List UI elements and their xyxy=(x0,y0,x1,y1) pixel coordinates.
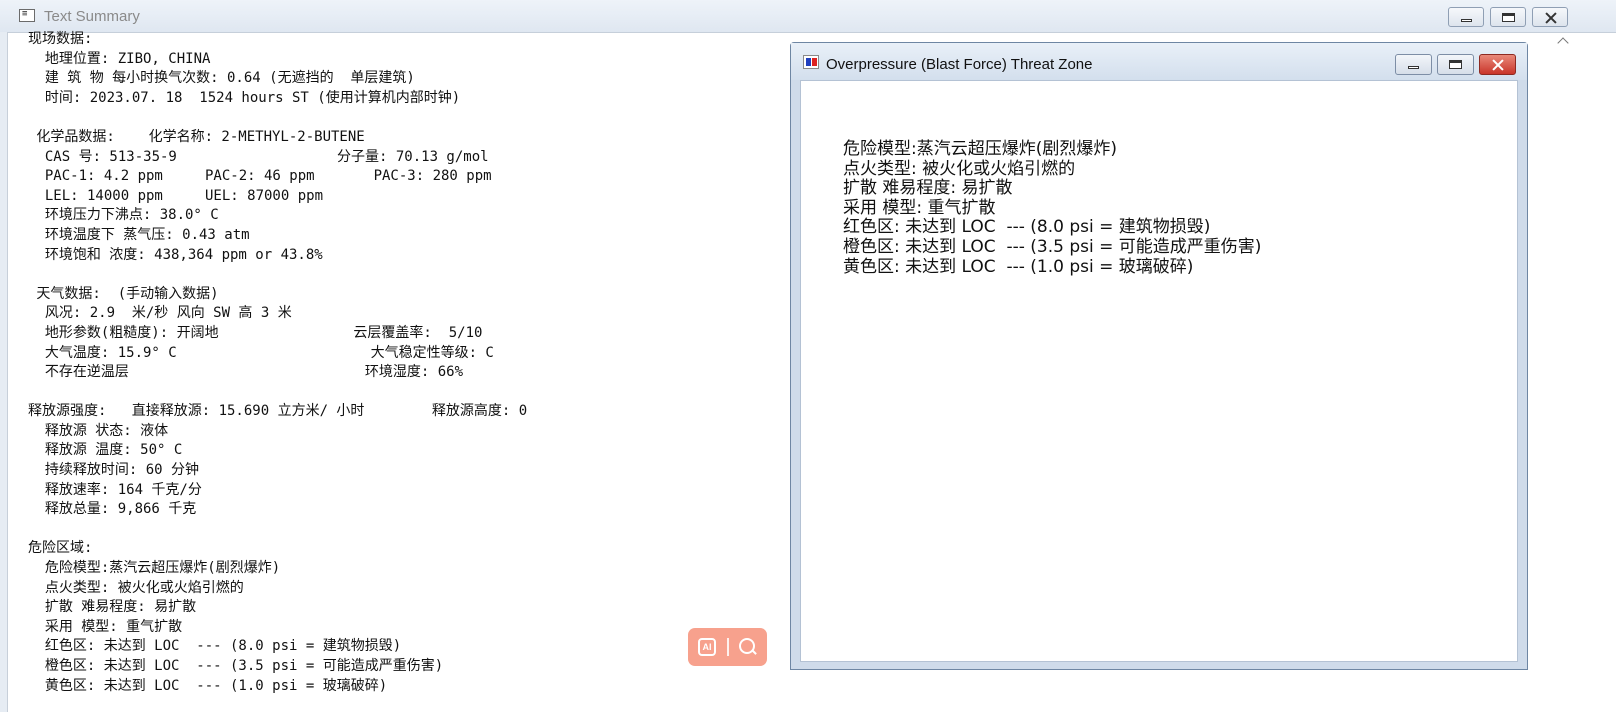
summary-line: 环境饱和 浓度: 438,364 ppm or 43.8% xyxy=(28,246,323,263)
threat-zone-line: 扩散 难易程度: 易扩散 xyxy=(843,178,1013,199)
minimize-icon xyxy=(1449,8,1483,26)
threat-close-button[interactable] xyxy=(1479,54,1516,75)
threat-zone-text: 危险模型:蒸汽云超压爆炸(剧烈爆炸) 点火类型: 被火化或火焰引燃的 扩散 难易程度… xyxy=(843,137,1262,277)
minimize-button[interactable] xyxy=(1448,7,1484,27)
aloha-threat-icon[interactable] xyxy=(803,55,819,69)
threat-zone-line: 危险模型:蒸汽云超压爆炸(剧烈爆炸) xyxy=(843,139,1117,159)
threat-zone-line: 黄色区: 未达到 LOC --- (1.0 psi = 玻璃破碎) xyxy=(843,256,1194,277)
threat-zone-content: 危险模型:蒸汽云超压爆炸(剧烈爆炸) 点火类型: 被火化或火焰引燃的 扩散 难易程度… xyxy=(800,80,1518,662)
summary-line xyxy=(28,383,768,403)
summary-line: 扩散 难易程度: 易扩散 xyxy=(28,599,197,616)
ai-text-recognize-icon[interactable]: AI xyxy=(698,638,716,656)
summary-line xyxy=(28,108,768,128)
text-summary-titlebar[interactable]: ≡ Text Summary xyxy=(0,0,1616,33)
text-summary-title: Text Summary xyxy=(44,8,140,25)
summary-line: 化学品数据: 化学名称: 2-METHYL-2-BUTENE xyxy=(28,128,365,145)
maximize-button[interactable] xyxy=(1490,7,1526,27)
summary-line: 大气温度: 15.9° C 大气稳定性等级: C xyxy=(28,344,494,361)
window-frame-left xyxy=(0,32,8,712)
summary-line xyxy=(28,520,768,540)
toolbar-separator xyxy=(727,638,729,656)
summary-line: 释放源 温度: 50° C xyxy=(28,442,183,459)
summary-line: CAS 号: 513-35-9 分子量: 70.13 g/mol xyxy=(28,148,489,165)
summary-line: 黄色区: 未达到 LOC --- (1.0 psi = 玻璃破碎) xyxy=(28,677,388,694)
threat-zone-line: 橙色区: 未达到 LOC --- (3.5 psi = 可能造成严重伤害) xyxy=(843,236,1262,257)
summary-line: 环境压力下沸点: 38.0° C xyxy=(28,207,219,224)
threat-zone-line: 红色区: 未达到 LOC --- (8.0 psi = 建筑物损毁) xyxy=(843,217,1211,238)
summary-line: 点火类型: 被火化或火焰引燃的 xyxy=(28,579,244,596)
threat-zone-window: Overpressure (Blast Force) Threat Zone 危… xyxy=(790,42,1528,670)
floating-toolbar: AI xyxy=(688,628,767,666)
summary-line: 释放速率: 164 千克/分 xyxy=(28,481,202,498)
summary-line: 释放总量: 9,866 千克 xyxy=(28,501,197,518)
summary-line: 红色区: 未达到 LOC --- (8.0 psi = 建筑物损毁) xyxy=(28,638,402,655)
summary-text-body: 现场数据: 地理位置: ZIBO, CHINA 建 筑 物 每小时换气次数: 0… xyxy=(28,30,768,696)
close-icon xyxy=(1533,8,1567,26)
summary-line: 环境温度下 蒸气压: 0.43 atm xyxy=(28,226,250,243)
threat-zone-titlebar[interactable]: Overpressure (Blast Force) Threat Zone xyxy=(791,43,1527,80)
summary-line: 现场数据: xyxy=(28,31,93,47)
summary-line: PAC-1: 4.2 ppm PAC-2: 46 ppm PAC-3: 280 … xyxy=(28,168,492,185)
maximize-icon xyxy=(1491,8,1525,26)
threat-maximize-button[interactable] xyxy=(1437,54,1474,75)
summary-line: 持续释放时间: 60 分钟 xyxy=(28,462,200,479)
summary-line: 危险模型:蒸汽云超压爆炸(剧烈爆炸) xyxy=(28,560,281,577)
close-button[interactable] xyxy=(1532,7,1568,27)
summary-line: 释放源 状态: 液体 xyxy=(28,422,169,439)
summary-line: 地形参数(粗糙度): 开阔地 云层覆盖率: 5/10 xyxy=(28,324,483,341)
summary-line: 不存在逆温层 环境湿度: 66% xyxy=(28,364,464,381)
summary-line: 采用 模型: 重气扩散 xyxy=(28,618,183,635)
app-window-icon[interactable]: ≡ xyxy=(19,9,35,22)
threat-zone-line: 点火类型: 被火化或火焰引燃的 xyxy=(843,158,1076,179)
summary-line: 建 筑 物 每小时换气次数: 0.64 (无遮挡的 单层建筑) xyxy=(28,70,415,87)
summary-line: 风况: 2.9 米/秒 风向 SW 高 3 米 xyxy=(28,305,292,322)
summary-line: 危险区域: xyxy=(28,540,93,557)
threat-zone-title: Overpressure (Blast Force) Threat Zone xyxy=(826,56,1093,73)
summary-line xyxy=(28,265,768,285)
threat-minimize-button[interactable] xyxy=(1395,54,1432,75)
threat-zone-line: 采用 模型: 重气扩散 xyxy=(843,197,996,218)
summary-line: 释放源强度: 直接释放源: 15.690 立方米/ 小时 释放源高度: 0 xyxy=(28,403,528,420)
scroll-up-icon[interactable] xyxy=(1556,34,1570,48)
summary-line: 地理位置: ZIBO, CHINA xyxy=(28,50,211,67)
magnifier-icon[interactable] xyxy=(738,637,758,657)
summary-line: 橙色区: 未达到 LOC --- (3.5 psi = 可能造成严重伤害) xyxy=(28,658,444,674)
summary-line: 天气数据: (手动输入数据) xyxy=(28,285,219,302)
summary-line: LEL: 14000 ppm UEL: 87000 ppm xyxy=(28,187,324,204)
summary-line: 时间: 2023.07. 18 1524 hours ST (使用计算机内部时钟… xyxy=(28,89,461,106)
